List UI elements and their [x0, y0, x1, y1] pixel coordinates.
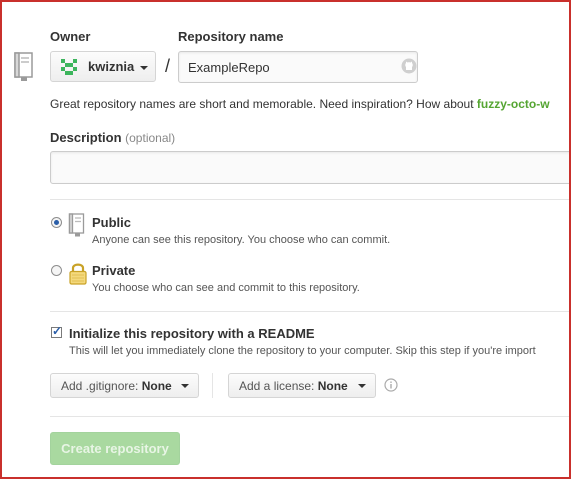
repository-name-input[interactable] — [178, 51, 418, 83]
divider — [50, 416, 569, 417]
repository-name-label: Repository name — [178, 29, 284, 44]
padlock-icon — [69, 263, 87, 285]
gitignore-value: None — [141, 379, 172, 393]
divider — [50, 199, 569, 200]
private-radio[interactable] — [51, 265, 62, 276]
public-book-icon — [68, 213, 85, 237]
owner-repo-separator: / — [165, 56, 171, 76]
license-prefix: Add a license: — [239, 379, 315, 393]
description-label: Description (optional) — [50, 130, 175, 145]
license-value: None — [317, 379, 348, 393]
license-select-button[interactable]: Add a license: None — [228, 373, 376, 398]
optional-tag: (optional) — [125, 131, 176, 145]
button-separator — [212, 373, 213, 398]
divider — [50, 311, 569, 312]
public-option-title: Public — [92, 215, 132, 230]
hint-text: Great repository names are short and mem… — [50, 97, 477, 111]
initialize-readme-title: Initialize this repository with a README — [69, 326, 315, 341]
owner-select-button[interactable]: kwiznia — [50, 51, 156, 82]
public-radio[interactable] — [51, 217, 62, 228]
private-option-title: Private — [92, 263, 136, 278]
public-option-note: Anyone can see this repository. You choo… — [92, 234, 391, 246]
create-repository-button[interactable]: Create repository — [50, 432, 180, 465]
info-icon[interactable] — [384, 378, 398, 392]
new-repository-form: Owner kwiznia / Repository name Great re… — [0, 0, 571, 479]
checkmark-icon: ✓ — [52, 324, 63, 338]
description-label-text: Description — [50, 130, 122, 145]
gitignore-button-text: Add .gitignore: None — [61, 379, 172, 393]
chevron-down-icon — [140, 66, 148, 70]
gitignore-select-button[interactable]: Add .gitignore: None — [50, 373, 199, 398]
repo-book-icon — [14, 52, 33, 81]
owner-name: kwiznia — [88, 59, 135, 74]
private-option-note: You choose who can see and commit to thi… — [92, 282, 360, 294]
repository-name-hint: Great repository names are short and mem… — [50, 97, 550, 111]
gitignore-prefix: Add .gitignore: — [61, 379, 139, 393]
name-suggestion-link[interactable]: fuzzy-octo-w — [477, 97, 550, 111]
octocat-validity-icon — [401, 58, 417, 74]
chevron-down-icon — [358, 384, 366, 388]
identicon-avatar-icon — [61, 59, 77, 75]
license-button-text: Add a license: None — [239, 379, 348, 393]
description-input[interactable] — [50, 151, 569, 184]
owner-label: Owner — [50, 29, 91, 44]
initialize-readme-note: This will let you immediately clone the … — [69, 345, 536, 357]
chevron-down-icon — [181, 384, 189, 388]
